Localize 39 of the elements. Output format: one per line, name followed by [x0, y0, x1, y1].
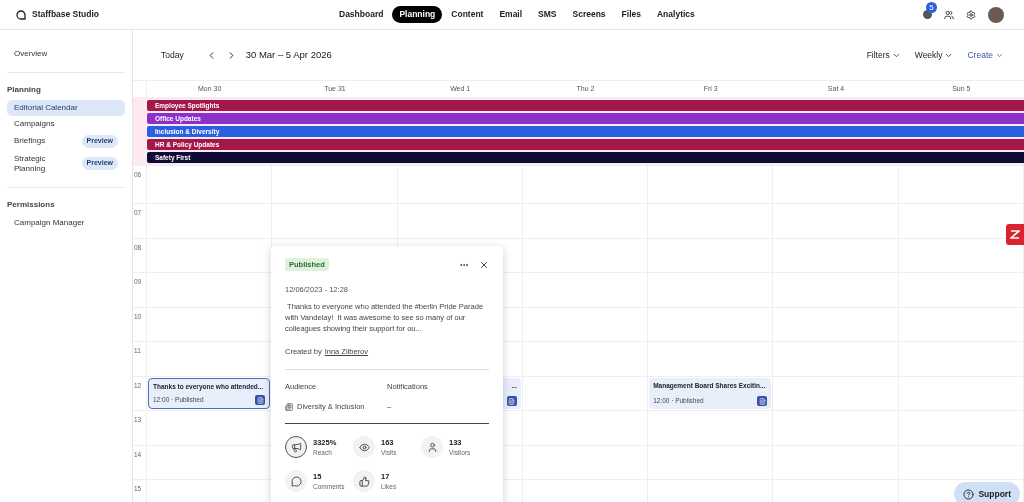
nav-tab[interactable]: Email	[492, 6, 530, 23]
visitors-icon	[421, 436, 443, 459]
likes-icon	[353, 470, 375, 493]
view-dropdown[interactable]: Weekly	[914, 48, 954, 62]
nav-tab[interactable]: Dashboard	[332, 6, 391, 23]
settings-icon[interactable]	[966, 9, 976, 20]
logo-icon	[16, 9, 26, 20]
create-button[interactable]: Create	[967, 48, 1004, 62]
avatar[interactable]	[988, 6, 1004, 23]
help-icon	[963, 488, 975, 500]
support-button[interactable]: Support	[954, 482, 1020, 502]
reach-icon	[285, 436, 307, 459]
nav-tab[interactable]: SMS	[531, 6, 564, 23]
document-icon	[506, 396, 517, 406]
nav-tab[interactable]: Files	[614, 6, 648, 23]
document-icon	[255, 395, 266, 405]
filters-button[interactable]: Filters	[866, 48, 901, 62]
zigzag-icon	[1010, 230, 1020, 239]
section-heading: Permissions	[7, 198, 56, 211]
today-button[interactable]: Today	[161, 48, 184, 62]
close-icon[interactable]	[479, 259, 489, 270]
comments-icon	[285, 470, 307, 493]
sidebar-item[interactable]: Overview	[7, 46, 125, 62]
visits-icon	[353, 436, 375, 459]
sidebar-item[interactable]: Campaign Manager	[7, 214, 125, 231]
date-range: 30 Mar – 5 Apr 2026	[245, 47, 332, 62]
nav-tab[interactable]: Planning	[392, 6, 443, 23]
nav-tab[interactable]: Content	[444, 6, 491, 23]
nav-tab[interactable]: Screens	[565, 6, 613, 23]
sidebar-item[interactable]: Campaigns	[7, 116, 125, 132]
people-icon[interactable]	[944, 9, 954, 20]
app-name: Staffbase Studio	[32, 8, 100, 21]
nav-tab[interactable]: Analytics	[650, 6, 702, 23]
document-icon	[757, 396, 768, 406]
audience-icon	[285, 402, 293, 411]
side-widget-tab[interactable]	[1006, 224, 1024, 245]
notification-badge: 5	[926, 2, 937, 13]
section-heading: Planning	[7, 84, 42, 96]
sidebar-item[interactable]: Editorial Calendar	[7, 100, 125, 116]
